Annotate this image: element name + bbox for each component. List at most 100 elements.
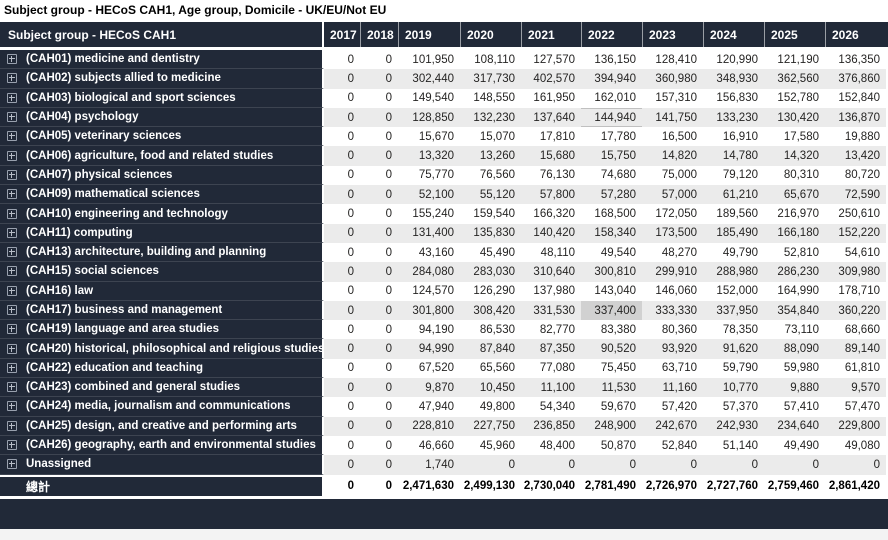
value-cell[interactable]: 49,800 [460,397,521,416]
row-label[interactable]: (CAH11) computing [0,224,324,243]
value-cell[interactable]: 0 [360,69,398,88]
value-cell[interactable]: 55,120 [460,185,521,204]
row-label[interactable]: (CAH19) language and area studies [0,320,324,339]
value-cell[interactable]: 0 [324,89,360,108]
column-header-2017[interactable]: 2017 [324,22,360,47]
value-cell[interactable]: 9,880 [764,378,825,397]
value-cell[interactable]: 152,000 [703,282,764,301]
row-label[interactable]: (CAH23) combined and general studies [0,378,324,397]
row-label[interactable]: (CAH20) historical, philosophical and re… [0,339,324,358]
row-label[interactable]: (CAH13) architecture, building and plann… [0,243,324,262]
value-cell[interactable]: 57,410 [764,397,825,416]
value-cell[interactable]: 302,440 [398,69,460,88]
value-cell[interactable]: 68,660 [825,320,886,339]
expand-icon[interactable] [7,324,17,334]
expand-icon[interactable] [7,440,17,450]
value-cell[interactable]: 57,000 [642,185,703,204]
value-cell[interactable]: 0 [360,166,398,185]
value-cell[interactable]: 91,620 [703,339,764,358]
value-cell[interactable]: 152,840 [825,89,886,108]
row-label[interactable]: (CAH03) biological and sport sciences [0,89,324,108]
value-cell[interactable]: 15,670 [398,127,460,146]
value-cell[interactable]: 48,110 [521,243,581,262]
value-cell[interactable]: 0 [581,455,642,474]
value-cell[interactable]: 0 [360,436,398,455]
value-cell[interactable]: 10,770 [703,378,764,397]
expand-icon[interactable] [7,189,17,199]
value-cell[interactable]: 101,950 [398,50,460,69]
value-cell[interactable]: 136,350 [825,50,886,69]
value-cell[interactable]: 0 [324,378,360,397]
value-cell[interactable]: 93,920 [642,339,703,358]
value-cell[interactable]: 284,080 [398,262,460,281]
row-label[interactable]: (CAH05) veterinary sciences [0,127,324,146]
value-cell[interactable]: 0 [360,243,398,262]
expand-icon[interactable] [7,247,17,257]
value-cell[interactable]: 90,520 [581,339,642,358]
value-cell[interactable]: 159,540 [460,204,521,223]
value-cell[interactable]: 14,820 [642,146,703,165]
value-cell[interactable]: 0 [360,89,398,108]
value-cell[interactable]: 86,530 [460,320,521,339]
value-cell[interactable]: 0 [360,320,398,339]
value-cell[interactable]: 0 [324,455,360,474]
value-cell[interactable]: 49,490 [764,436,825,455]
value-cell[interactable]: 402,570 [521,69,581,88]
value-cell[interactable]: 0 [324,436,360,455]
value-cell[interactable]: 45,490 [460,243,521,262]
value-cell[interactable]: 52,100 [398,185,460,204]
column-header-2022[interactable]: 2022 [581,22,642,47]
value-cell[interactable]: 89,140 [825,339,886,358]
expand-icon[interactable] [7,459,17,469]
value-cell[interactable]: 80,310 [764,166,825,185]
value-cell[interactable]: 133,230 [703,108,764,127]
value-cell[interactable]: 9,570 [825,378,886,397]
value-cell[interactable]: 76,560 [460,166,521,185]
value-cell[interactable]: 348,930 [703,69,764,88]
expand-icon[interactable] [7,73,17,83]
value-cell[interactable]: 0 [324,397,360,416]
value-cell[interactable]: 61,210 [703,185,764,204]
value-cell[interactable]: 82,770 [521,320,581,339]
value-cell[interactable]: 185,490 [703,224,764,243]
value-cell[interactable]: 172,050 [642,204,703,223]
value-cell[interactable]: 0 [360,224,398,243]
value-cell[interactable]: 242,930 [703,417,764,436]
expand-icon[interactable] [7,54,17,64]
row-label[interactable]: (CAH17) business and management [0,301,324,320]
value-cell[interactable]: 0 [324,359,360,378]
value-cell[interactable]: 152,220 [825,224,886,243]
value-cell[interactable]: 0 [324,301,360,320]
value-cell[interactable]: 19,880 [825,127,886,146]
value-cell[interactable]: 17,810 [521,127,581,146]
row-label[interactable]: (CAH09) mathematical sciences [0,185,324,204]
value-cell[interactable]: 126,290 [460,282,521,301]
value-cell[interactable]: 0 [360,262,398,281]
value-cell[interactable]: 189,560 [703,204,764,223]
value-cell[interactable]: 57,420 [642,397,703,416]
value-cell[interactable]: 283,030 [460,262,521,281]
value-cell[interactable]: 0 [642,455,703,474]
value-cell[interactable]: 80,360 [642,320,703,339]
value-cell[interactable]: 0 [324,146,360,165]
value-cell[interactable]: 0 [360,146,398,165]
value-cell[interactable]: 9,870 [398,378,460,397]
value-cell[interactable]: 94,190 [398,320,460,339]
value-cell[interactable]: 75,450 [581,359,642,378]
expand-icon[interactable] [7,363,17,373]
value-cell[interactable]: 51,140 [703,436,764,455]
value-cell[interactable]: 0 [324,243,360,262]
expand-icon[interactable] [7,151,17,161]
value-cell[interactable]: 143,040 [581,282,642,301]
value-cell[interactable]: 161,950 [521,89,581,108]
value-cell[interactable]: 164,990 [764,282,825,301]
value-cell[interactable]: 57,800 [521,185,581,204]
value-cell[interactable]: 59,980 [764,359,825,378]
value-cell[interactable]: 300,810 [581,262,642,281]
value-cell[interactable]: 0 [324,262,360,281]
value-cell[interactable]: 73,110 [764,320,825,339]
value-cell[interactable]: 0 [360,397,398,416]
value-cell[interactable]: 14,320 [764,146,825,165]
value-cell[interactable]: 137,640 [521,108,581,127]
column-header-2023[interactable]: 2023 [642,22,703,47]
